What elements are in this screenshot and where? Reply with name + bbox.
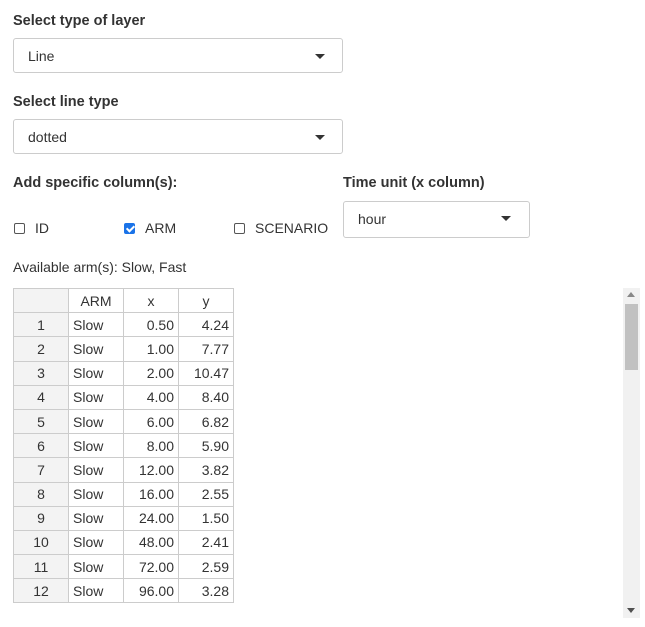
table-row[interactable]: 11 Slow 72.00 2.59 [13,554,234,580]
cell-x: 16.00 [123,481,179,507]
cell-y: 6.82 [178,408,234,435]
available-arms-text: Available arm(s): Slow, Fast [13,259,187,275]
table-row[interactable]: 7 Slow 12.00 3.82 [13,457,234,483]
table-row[interactable]: 2 Slow 1.00 7.77 [13,336,234,362]
cell-arm: Slow [68,384,124,410]
chevron-down-icon [501,216,511,221]
cell-y: 2.59 [178,554,234,580]
chevron-down-icon [315,135,325,140]
line-type-label: Select line type [13,94,119,110]
cell-arm: Slow [68,505,124,531]
row-number: 10 [13,529,69,556]
table-header-row: ARM x y [13,287,234,314]
row-number: 7 [13,457,69,483]
cell-y: 3.82 [178,457,234,483]
table-row[interactable]: 9 Slow 24.00 1.50 [13,505,234,531]
cell-y: 10.47 [178,360,234,386]
row-number: 5 [13,408,69,435]
columns-label: Add specific column(s): [13,175,178,191]
checkbox-id[interactable]: ID [14,220,49,236]
time-unit-value: hour [358,211,387,227]
table-row[interactable]: 8 Slow 16.00 2.55 [13,481,234,507]
layer-type-label: Select type of layer [13,13,146,29]
time-unit-label: Time unit (x column) [343,175,485,191]
checkbox-id-box[interactable] [14,222,25,234]
cell-y: 5.90 [178,433,234,459]
cell-arm: Slow [68,408,124,435]
layer-type-select[interactable]: Line [13,38,343,73]
cell-x: 96.00 [123,578,179,604]
scrollbar-thumb[interactable] [625,304,638,370]
cell-arm: Slow [68,481,124,507]
table-row[interactable]: 10 Slow 48.00 2.41 [13,529,234,556]
cell-x: 12.00 [123,457,179,483]
line-type-select[interactable]: dotted [13,119,343,154]
row-number: 9 [13,505,69,531]
checkbox-arm-box[interactable] [124,222,135,234]
table-row[interactable]: 3 Slow 2.00 10.47 [13,360,234,386]
cell-x: 8.00 [123,433,179,459]
cell-arm: Slow [68,578,124,604]
cell-y: 2.41 [178,529,234,556]
scroll-down-icon[interactable] [627,608,635,613]
cell-x: 0.50 [123,312,179,338]
cell-arm: Slow [68,312,124,338]
table-scrollbar[interactable] [623,288,640,618]
row-number: 4 [13,384,69,410]
time-unit-select[interactable]: hour [343,201,530,238]
header-arm[interactable]: ARM [68,287,124,314]
checkbox-arm[interactable]: ARM [124,220,176,236]
cell-x: 48.00 [123,529,179,556]
cell-x: 2.00 [123,360,179,386]
row-number: 6 [13,433,69,459]
scroll-up-icon[interactable] [627,292,635,297]
cell-y: 8.40 [178,384,234,410]
header-y[interactable]: y [178,287,234,314]
header-rownum [13,287,69,314]
checkbox-scenario[interactable]: SCENARIO [234,220,328,236]
cell-y: 2.55 [178,481,234,507]
cell-arm: Slow [68,554,124,580]
cell-x: 6.00 [123,408,179,435]
table-row[interactable]: 4 Slow 4.00 8.40 [13,384,234,410]
row-number: 8 [13,481,69,507]
row-number: 11 [13,554,69,580]
table-row[interactable]: 5 Slow 6.00 6.82 [13,408,234,435]
row-number: 3 [13,360,69,386]
cell-arm: Slow [68,336,124,362]
cell-arm: Slow [68,360,124,386]
cell-y: 3.28 [178,578,234,604]
cell-arm: Slow [68,457,124,483]
cell-x: 4.00 [123,384,179,410]
cell-y: 7.77 [178,336,234,362]
chevron-down-icon [315,54,325,59]
cell-y: 1.50 [178,505,234,531]
cell-arm: Slow [68,433,124,459]
cell-y: 4.24 [178,312,234,338]
cell-x: 24.00 [123,505,179,531]
checkbox-id-label: ID [35,220,49,236]
row-number: 1 [13,312,69,338]
checkbox-scenario-box[interactable] [234,222,245,234]
data-table: ARM x y 1 Slow 0.50 4.24 2 Slow 1.00 7.77 3 Slow 2… [13,287,234,604]
row-number: 12 [13,578,69,604]
cell-arm: Slow [68,529,124,556]
table-row[interactable]: 1 Slow 0.50 4.24 [13,312,234,338]
cell-x: 1.00 [123,336,179,362]
row-number: 2 [13,336,69,362]
layer-type-value: Line [28,48,55,64]
header-x[interactable]: x [123,287,179,314]
line-type-value: dotted [28,129,67,145]
cell-x: 72.00 [123,554,179,580]
table-row[interactable]: 12 Slow 96.00 3.28 [13,578,234,604]
checkbox-arm-label: ARM [145,220,177,236]
checkbox-scenario-label: SCENARIO [255,220,329,236]
table-row[interactable]: 6 Slow 8.00 5.90 [13,433,234,459]
